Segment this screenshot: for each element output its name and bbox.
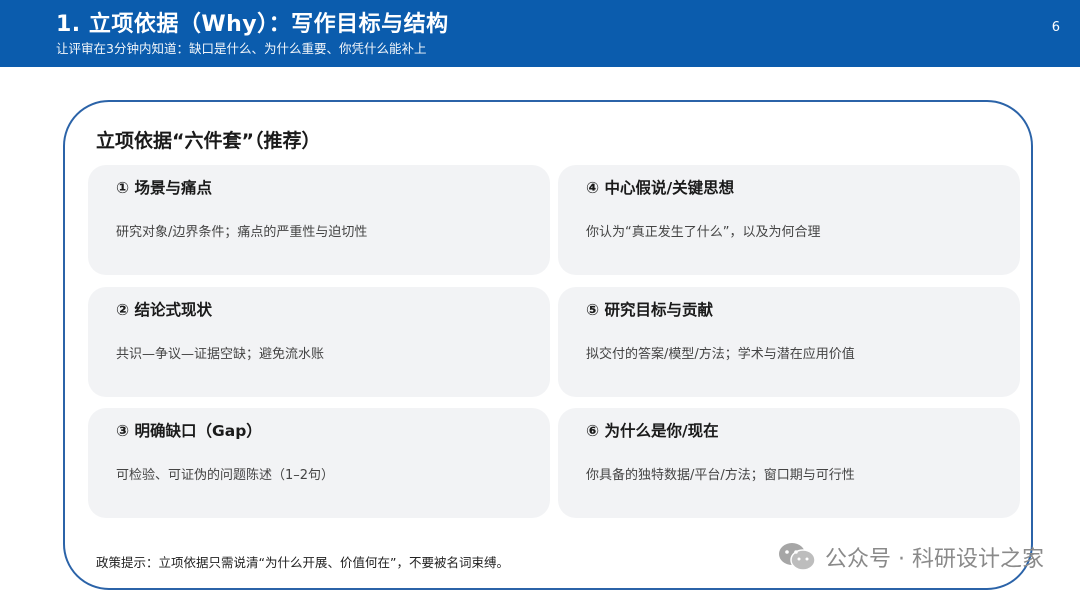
- card-title: ③ 明确缺口（Gap）: [116, 422, 262, 440]
- card-title: ④ 中心假说/关键思想: [586, 179, 735, 197]
- card-current-status: ② 结论式现状 共识—争议—证据空缺；避免流水账: [88, 287, 550, 397]
- card-description: 研究对象/边界条件；痛点的严重性与迫切性: [116, 225, 368, 240]
- policy-footnote: 政策提示：立项依据只需说清“为什么开展、价值何在”，不要被名词束缚。: [96, 555, 509, 570]
- header-bar: 1. 立项依据（Why）：写作目标与结构 让评审在3分钟内知道：缺口是什么、为什…: [0, 0, 1080, 67]
- card-research-goals: ⑤ 研究目标与贡献 拟交付的答案/模型/方法；学术与潜在应用价值: [558, 287, 1020, 397]
- card-scenario-painpoint: ① 场景与痛点 研究对象/边界条件；痛点的严重性与迫切性: [88, 165, 550, 275]
- panel-title: 立项依据“六件套”（推荐）: [96, 130, 321, 152]
- card-why-you-now: ⑥ 为什么是你/现在 你具备的独特数据/平台/方法；窗口期与可行性: [558, 408, 1020, 518]
- card-research-gap: ③ 明确缺口（Gap） 可检验、可证伪的问题陈述（1–2句）: [88, 408, 550, 518]
- watermark: 公众号 · 科研设计之家: [777, 541, 1044, 573]
- card-title: ① 场景与痛点: [116, 179, 213, 197]
- card-description: 拟交付的答案/模型/方法；学术与潜在应用价值: [586, 347, 855, 362]
- card-central-hypothesis: ④ 中心假说/关键思想 你认为“真正发生了什么”，以及为何合理: [558, 165, 1020, 275]
- wechat-icon: [779, 543, 816, 571]
- card-description: 共识—争议—证据空缺；避免流水账: [116, 347, 325, 362]
- page-subtitle: 让评审在3分钟内知道：缺口是什么、为什么重要、你凭什么能补上: [56, 41, 427, 56]
- card-description: 你认为“真正发生了什么”，以及为何合理: [586, 225, 821, 240]
- card-title: ⑥ 为什么是你/现在: [586, 422, 719, 440]
- watermark-text: 公众号 · 科研设计之家: [825, 547, 1044, 572]
- page-number: 6: [1051, 20, 1060, 35]
- card-title: ② 结论式现状: [116, 301, 213, 319]
- page-title: 1. 立项依据（Why）：写作目标与结构: [56, 12, 449, 37]
- card-description: 你具备的独特数据/平台/方法；窗口期与可行性: [586, 468, 855, 483]
- card-title: ⑤ 研究目标与贡献: [586, 301, 714, 319]
- card-description: 可检验、可证伪的问题陈述（1–2句）: [116, 468, 335, 483]
